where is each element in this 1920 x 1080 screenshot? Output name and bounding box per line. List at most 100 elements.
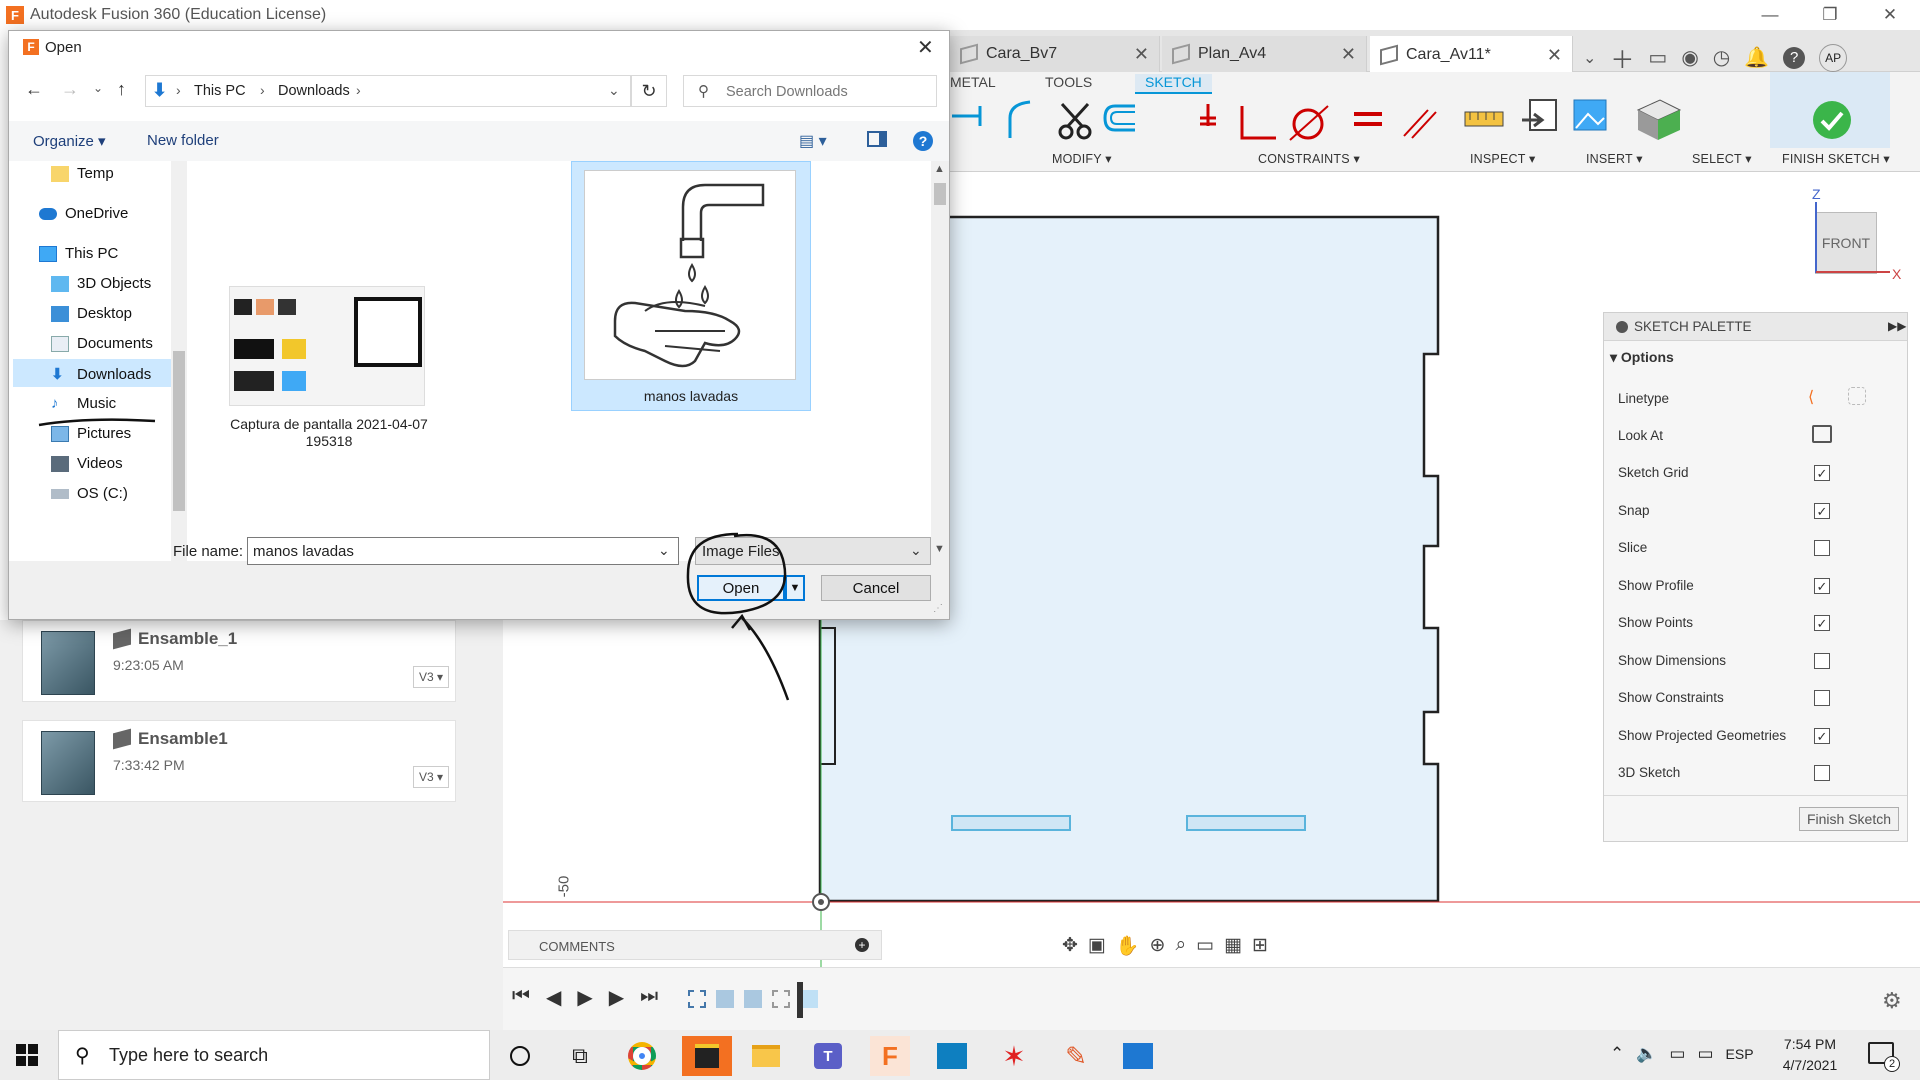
nav-item-os-c[interactable]: OS (C:) xyxy=(51,485,128,502)
ribbon-group-finish-sketch[interactable]: FINISH SKETCH ▾ xyxy=(1782,151,1890,166)
trim-scissors-icon[interactable] xyxy=(1058,102,1092,140)
teams-icon[interactable]: T xyxy=(808,1036,848,1076)
tab-cara-av11[interactable]: Cara_Av11* ✕ xyxy=(1370,36,1573,74)
new-tab-icon[interactable]: ＋ xyxy=(1610,40,1634,75)
battery-icon[interactable]: ▭ xyxy=(1669,1044,1685,1064)
list-item[interactable]: Ensamble_1 9:23:05 AM V3 ▾ xyxy=(22,620,456,702)
parallel-icon[interactable] xyxy=(1403,109,1437,139)
organize-button[interactable]: Organize ▾ xyxy=(33,132,106,150)
finish-sketch-check-icon[interactable] xyxy=(1812,100,1852,140)
options-section-toggle[interactable]: ▾ Options xyxy=(1610,349,1674,366)
list-item[interactable]: Ensamble1 7:33:42 PM V3 ▾ xyxy=(22,720,456,802)
chevron-down-icon[interactable]: ⌄ xyxy=(1583,48,1596,68)
close-tab-icon[interactable]: ✕ xyxy=(1547,45,1562,66)
file-scroll-up-icon[interactable]: ▲ xyxy=(934,163,945,175)
go-to-start-icon[interactable]: ⏮ xyxy=(512,985,530,1010)
orbit-icon[interactable]: ✥ xyxy=(1062,934,1078,958)
viewports-icon[interactable]: ⊞ xyxy=(1252,934,1268,958)
sway-icon[interactable] xyxy=(932,1036,972,1076)
windows-start-icon[interactable] xyxy=(16,1044,38,1066)
minimize-icon[interactable]: — xyxy=(1740,0,1800,30)
timeline-marker[interactable] xyxy=(797,982,803,1018)
go-to-end-icon[interactable]: ⏭ xyxy=(640,985,658,1010)
sketch-grid-checkbox[interactable]: ✓ xyxy=(1814,465,1830,481)
extrude-feature-icon[interactable] xyxy=(716,990,734,1008)
network-icon[interactable]: ▭ xyxy=(1697,1044,1713,1064)
file-scroll-thumb[interactable] xyxy=(934,183,946,205)
ribbon-group-inspect[interactable]: INSPECT ▾ xyxy=(1470,151,1536,166)
breadcrumb-downloads[interactable]: Downloads xyxy=(278,83,350,99)
tab-tools[interactable]: TOOLS xyxy=(1045,74,1092,94)
measure-icon[interactable] xyxy=(1464,111,1504,127)
palette-collapse-icon[interactable] xyxy=(1616,321,1628,333)
offset-icon[interactable] xyxy=(1103,104,1135,132)
nav-item-3d-objects[interactable]: 3D Objects xyxy=(51,275,151,292)
tab-cara-bv7[interactable]: Cara_Bv7 ✕ xyxy=(950,36,1160,72)
pan-hand-icon[interactable]: ✋ xyxy=(1116,934,1140,958)
restore-icon[interactable]: ❐ xyxy=(1800,0,1860,30)
bell-icon[interactable]: 🔔 xyxy=(1744,45,1769,70)
3d-sketch-checkbox[interactable] xyxy=(1814,765,1830,781)
insert-derive-icon[interactable] xyxy=(1522,99,1557,131)
nav-scroll-thumb[interactable] xyxy=(173,351,185,511)
settings-gear-icon[interactable]: ⚙ xyxy=(1882,988,1902,1014)
tab-sketch[interactable]: SKETCH xyxy=(1135,74,1212,94)
sketch-slot-1[interactable] xyxy=(951,815,1071,831)
recent-locations-icon[interactable]: ⌄ xyxy=(93,81,103,95)
close-app-icon[interactable]: ✕ xyxy=(1860,0,1920,30)
refresh-icon[interactable]: ↻ xyxy=(631,75,667,107)
ribbon-group-insert[interactable]: INSERT ▾ xyxy=(1586,151,1643,166)
linetype-centerline-icon[interactable] xyxy=(1848,387,1866,405)
zoom-icon[interactable]: ⊕ xyxy=(1150,934,1166,958)
comment-icon[interactable]: ▭ xyxy=(1648,45,1667,70)
add-comment-icon[interactable]: + xyxy=(855,938,869,952)
avatar[interactable]: AP xyxy=(1819,43,1848,72)
tangent-icon[interactable] xyxy=(1289,105,1329,141)
extrude-feature-icon[interactable] xyxy=(744,990,762,1008)
view-options-icon[interactable]: ▤ ▾ xyxy=(799,131,827,151)
file-name-input[interactable]: manos lavadas ⌄ xyxy=(247,537,679,565)
file-scroll-down-icon[interactable]: ▼ xyxy=(934,543,945,555)
sticky-notes-icon[interactable] xyxy=(682,1036,732,1076)
finish-sketch-button[interactable]: Finish Sketch xyxy=(1799,807,1899,831)
show-constraints-checkbox[interactable] xyxy=(1814,690,1830,706)
grid-settings-icon[interactable]: ▦ xyxy=(1224,934,1242,958)
nav-item-documents[interactable]: Documents xyxy=(51,335,153,352)
taskbar-search-box[interactable]: ⚲ Type here to search xyxy=(58,1030,490,1080)
game-icon[interactable]: ✶ xyxy=(994,1036,1034,1076)
chrome-icon[interactable] xyxy=(622,1036,662,1076)
file-explorer-icon[interactable] xyxy=(746,1036,786,1076)
tray-chevron-icon[interactable]: ⌃ xyxy=(1610,1044,1624,1064)
nav-item-onedrive[interactable]: OneDrive xyxy=(39,205,128,222)
clock-icon[interactable]: ◷ xyxy=(1713,45,1730,70)
help-icon[interactable]: ? xyxy=(1783,46,1806,69)
show-profile-checkbox[interactable]: ✓ xyxy=(1814,578,1830,594)
nav-item-downloads[interactable]: ⬇ Downloads xyxy=(51,365,151,384)
volume-icon[interactable]: 🔈 xyxy=(1636,1044,1657,1064)
nav-scrollbar[interactable] xyxy=(171,161,187,561)
breadcrumb-this-pc[interactable]: This PC xyxy=(194,83,246,99)
ribbon-group-modify[interactable]: MODIFY ▾ xyxy=(1052,151,1112,166)
file-type-dropdown-icon[interactable]: ⌄ xyxy=(910,542,922,559)
zoom-window-icon[interactable]: ⌕ xyxy=(1175,934,1186,958)
tab-metal[interactable]: METAL xyxy=(950,74,996,94)
play-icon[interactable]: ▶ xyxy=(577,985,592,1010)
perpendicular-icon[interactable] xyxy=(1240,106,1276,140)
close-tab-icon[interactable]: ✕ xyxy=(1134,44,1149,65)
comments-bar[interactable]: COMMENTS + xyxy=(508,930,882,960)
search-field[interactable]: ⚲ Search Downloads xyxy=(683,75,937,107)
snap-checkbox[interactable]: ✓ xyxy=(1814,503,1830,519)
file-item-captura[interactable]: Captura de pantalla 2021-04-07 195318 xyxy=(219,256,435,456)
preview-pane-icon[interactable] xyxy=(867,131,887,147)
sketch-feature-icon[interactable] xyxy=(772,990,790,1008)
fusion-taskbar-icon[interactable]: F xyxy=(870,1036,910,1076)
task-view-icon[interactable]: ⧉ xyxy=(560,1036,600,1076)
equal-icon[interactable] xyxy=(1354,112,1382,126)
project-icon[interactable] xyxy=(952,106,982,126)
ribbon-group-constraints[interactable]: CONSTRAINTS ▾ xyxy=(1258,151,1360,166)
nav-item-desktop[interactable]: Desktop xyxy=(51,305,132,322)
coincident-icon[interactable] xyxy=(1200,104,1216,126)
nav-item-temp[interactable]: Temp xyxy=(51,165,114,182)
fillet-icon[interactable] xyxy=(1008,100,1031,138)
select-icon[interactable] xyxy=(1636,99,1682,140)
